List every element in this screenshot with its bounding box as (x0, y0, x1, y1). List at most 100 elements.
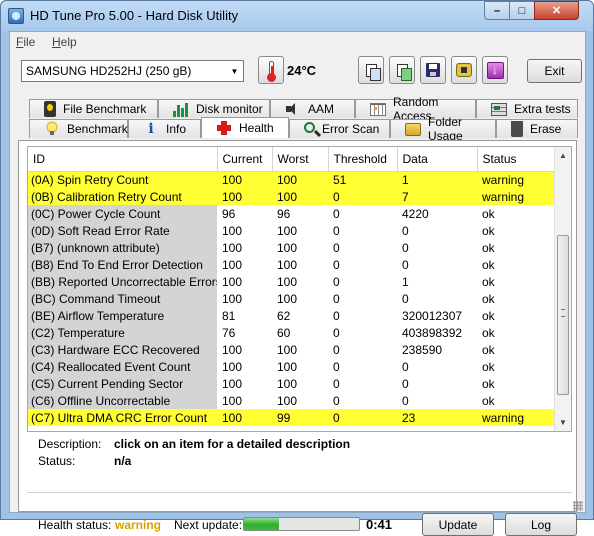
tab-aam[interactable]: AAM (270, 99, 355, 118)
column-header-data[interactable]: Data (397, 147, 478, 172)
column-header-threshold[interactable]: Threshold (328, 147, 398, 172)
attribute-name-cell: (C2) Temperature (28, 324, 217, 341)
threshold-cell: 0 (333, 308, 340, 323)
worst-cell: 100 (277, 393, 298, 408)
current-cell: 100 (222, 291, 243, 306)
scroll-up-arrow-icon[interactable]: ▲ (555, 147, 571, 164)
save-icon (426, 63, 440, 77)
copy-image-icon (396, 63, 412, 81)
disk-monitor-icon (173, 101, 189, 117)
status-cell: warning (477, 188, 556, 205)
tab-erase[interactable]: Erase (496, 119, 578, 138)
raw-data-cell: 23 (397, 409, 477, 426)
tab-file-benchmark[interactable]: File Benchmark (29, 99, 158, 118)
status-cell: ok (482, 393, 495, 408)
arrow-down-icon: ↓ (486, 61, 504, 79)
tab-benchmark[interactable]: Benchmark (29, 119, 128, 138)
scroll-down-arrow-icon[interactable]: ▼ (555, 414, 571, 431)
table-row[interactable]: (BC) Command Timeout 100 100 0 0 ok (28, 290, 556, 307)
menu-file[interactable]: File (16, 35, 35, 49)
table-row[interactable]: (C5) Current Pending Sector 100 100 0 0 ok (28, 375, 556, 392)
smart-table[interactable]: ID Current Worst Threshold Data Status (… (27, 146, 572, 432)
log-button[interactable]: Log (505, 513, 577, 536)
vertical-scrollbar[interactable]: ▲ ▼ (554, 147, 571, 431)
worst-cell: 96 (277, 206, 291, 221)
threshold-cell: 0 (333, 291, 340, 306)
table-row[interactable]: (0D) Soft Read Error Rate 100 100 0 0 ok (28, 222, 556, 239)
raw-data-cell: 238590 (402, 342, 443, 357)
threshold-cell: 0 (333, 393, 340, 408)
threshold-cell: 0 (333, 274, 340, 289)
options-button[interactable] (451, 56, 477, 84)
drive-select[interactable]: SAMSUNG HD252HJ (250 gB) ▼ (21, 60, 244, 82)
current-cell: 100 (222, 223, 243, 238)
raw-data-cell: 0 (402, 257, 409, 272)
maximize-button[interactable]: □ (509, 1, 535, 20)
scrollbar-thumb[interactable] (557, 235, 569, 395)
status-label: Status: (38, 454, 76, 468)
table-row[interactable]: (C4) Reallocated Event Count 100 100 0 0 ok (28, 358, 556, 375)
worst-cell: 100 (277, 257, 298, 272)
table-row[interactable]: (C3) Hardware ECC Recovered 100 100 0 238590… (28, 341, 556, 358)
table-row[interactable]: (B8) End To End Error Detection 100 100 0 0 o… (28, 256, 556, 273)
attribute-name-cell: (0D) Soft Read Error Rate (28, 222, 217, 239)
attribute-name-cell: (C6) Offline Uncorrectable (28, 392, 217, 409)
tab-error-scan[interactable]: Error Scan (289, 119, 390, 138)
minimize-button[interactable]: – (484, 1, 510, 20)
extra-tests-icon (491, 102, 507, 116)
attribute-name-cell: (B7) (unknown attribute) (28, 239, 217, 256)
table-header-row: ID Current Worst Threshold Data Status (28, 147, 557, 172)
column-header-id[interactable]: ID (28, 147, 218, 172)
column-header-worst[interactable]: Worst (272, 147, 329, 172)
raw-data-cell: 0 (402, 223, 409, 238)
close-button[interactable]: ✕ (534, 1, 579, 20)
table-row[interactable]: (0C) Power Cycle Count 96 96 0 4220 ok (28, 205, 556, 222)
threshold-cell: 0 (333, 240, 340, 255)
table-row[interactable]: (0A) Spin Retry Count 100 100 51 1 warning (28, 171, 556, 188)
menu-help[interactable]: Help (52, 35, 77, 49)
status-cell: ok (482, 274, 495, 289)
tab-folder-usage[interactable]: Folder Usage (390, 115, 496, 143)
column-header-status[interactable]: Status (477, 147, 557, 172)
table-row[interactable]: (C7) Ultra DMA CRC Error Count 100 99 0 23 wa… (28, 409, 556, 426)
status-cell: ok (482, 291, 495, 306)
table-row[interactable]: (B7) (unknown attribute) 100 100 0 0 ok (28, 239, 556, 256)
status-cell: ok (482, 240, 495, 255)
copy-text-button[interactable] (358, 56, 384, 84)
info-icon: i (148, 121, 154, 137)
attribute-name-cell: (BC) Command Timeout (28, 290, 217, 307)
status-value: n/a (114, 454, 132, 468)
worst-cell: 100 (277, 342, 298, 357)
worst-cell: 100 (277, 274, 298, 289)
status-cell: ok (482, 376, 495, 391)
copy-screenshot-button[interactable] (389, 56, 415, 84)
resize-grip-icon[interactable] (573, 501, 583, 511)
tab-health[interactable]: Health (201, 117, 289, 138)
table-row[interactable]: (C2) Temperature 76 60 0 403898392 ok (28, 324, 556, 341)
update-button[interactable]: Update (422, 513, 494, 536)
minimize-to-tray-button[interactable]: ↓ (482, 56, 508, 84)
magnifier-icon (304, 122, 315, 133)
attribute-name-cell: (0A) Spin Retry Count (28, 171, 217, 188)
threshold-cell: 51 (328, 171, 397, 188)
status-cell: warning (477, 171, 556, 188)
tab-info[interactable]: i Info (128, 119, 201, 138)
table-row[interactable]: (0B) Calibration Retry Count 100 100 0 7 warn… (28, 188, 556, 205)
current-cell: 76 (222, 325, 236, 340)
exit-button[interactable]: Exit (527, 59, 582, 83)
table-row[interactable]: (BE) Airflow Temperature 81 62 0 320012307 ok (28, 307, 556, 324)
countdown-timer: 0:41 (366, 517, 393, 532)
raw-data-cell: 320012307 (402, 308, 463, 323)
chevron-down-icon[interactable]: ▼ (226, 61, 243, 81)
table-row[interactable]: (BB) Reported Uncorrectable Errors 100 100… (28, 273, 556, 290)
status-cell: ok (482, 308, 495, 323)
table-row[interactable]: (C6) Offline Uncorrectable 100 100 0 0 ok (28, 392, 556, 409)
attribute-name-cell: (0C) Power Cycle Count (28, 205, 217, 222)
save-button[interactable] (420, 56, 446, 84)
title-bar[interactable]: HD Tune Pro 5.00 - Hard Disk Utility – □… (1, 1, 593, 31)
current-cell: 100 (222, 342, 243, 357)
tab-disk-monitor[interactable]: Disk monitor (158, 99, 270, 118)
column-header-current[interactable]: Current (217, 147, 273, 172)
folder-icon (405, 122, 421, 136)
current-cell: 100 (217, 171, 272, 188)
